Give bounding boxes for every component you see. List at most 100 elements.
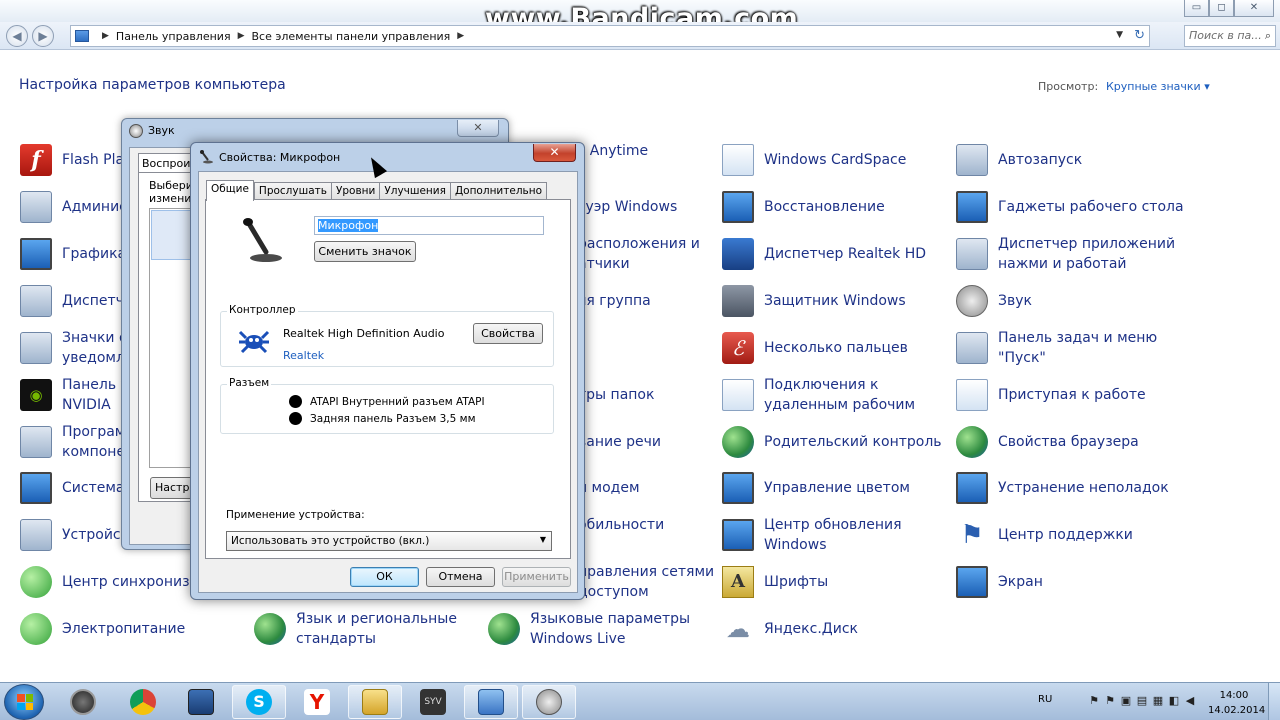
tab-general[interactable]: Общие bbox=[206, 180, 254, 201]
language-indicator[interactable]: RU bbox=[1038, 694, 1052, 705]
cp-item-apps-manager[interactable]: Диспетчер приложений нажми и работай bbox=[956, 234, 1175, 274]
address-bar[interactable]: ▶ Панель управления ▶ Все элементы панел… bbox=[70, 25, 1150, 47]
dialog-close-button[interactable]: ✕ bbox=[533, 144, 576, 162]
cp-item-fonts[interactable]: A Шрифты bbox=[722, 562, 828, 602]
cp-item-taskbar[interactable]: Панель задач и меню "Пуск" bbox=[956, 328, 1157, 368]
cp-item-location-sensors[interactable]: расположения и атчики bbox=[578, 234, 700, 274]
show-desktop-button[interactable] bbox=[1268, 683, 1280, 720]
cp-item-display[interactable]: Экран bbox=[956, 562, 1043, 602]
cp-item-graphics[interactable]: Графика bbox=[20, 234, 126, 274]
back-button[interactable]: ◀ bbox=[6, 25, 28, 47]
cp-item-nvidia[interactable]: ◉ Панель у NVIDIA bbox=[20, 375, 129, 415]
cp-item-action-center[interactable]: ⚑ Центр поддержки bbox=[956, 515, 1133, 555]
tab-advanced[interactable]: Дополнительно bbox=[449, 182, 548, 200]
taskbar-app-3[interactable] bbox=[174, 685, 228, 719]
tray-clock[interactable]: 14:00 14.02.2014 bbox=[1208, 688, 1265, 718]
apply-button[interactable]: Применить bbox=[502, 567, 571, 587]
controller-properties-button[interactable]: Свойства bbox=[473, 323, 543, 344]
cp-item-browser[interactable]: Свойства браузера bbox=[956, 422, 1139, 462]
chrome-icon bbox=[130, 689, 156, 715]
cp-item-color[interactable]: Управление цветом bbox=[722, 468, 910, 508]
cp-item-notification-icons[interactable]: Значки о уведомл bbox=[20, 328, 128, 368]
cp-item-admin-tools[interactable]: Админис bbox=[20, 187, 127, 227]
cp-item-mobility[interactable]: обильности s bbox=[578, 515, 664, 555]
cp-item-folder-options[interactable]: тры папок bbox=[578, 375, 654, 415]
cp-item-anytime[interactable]: s Anytime bbox=[578, 131, 648, 171]
volume-icon[interactable]: ◀ bbox=[1184, 695, 1196, 707]
cp-item-programs[interactable]: Програм компоне bbox=[20, 422, 125, 462]
graphics-icon bbox=[20, 238, 52, 270]
display-icon bbox=[956, 566, 988, 598]
breadcrumb-control-panel[interactable]: Панель управления bbox=[116, 30, 231, 43]
cp-item-phone-modem[interactable]: и модем bbox=[578, 468, 640, 508]
maximize-button[interactable]: ◻ bbox=[1209, 0, 1234, 17]
address-dropdown-icon[interactable]: ▼ bbox=[1116, 30, 1123, 40]
taskbar-chrome[interactable] bbox=[116, 685, 170, 719]
search-input[interactable]: Поиск в па... ⌕ bbox=[1184, 25, 1276, 47]
ok-button[interactable]: ОК bbox=[350, 567, 419, 587]
tray-app-icon[interactable]: ◧ bbox=[1168, 695, 1180, 707]
cp-item-network-center[interactable]: правления сетями доступом bbox=[578, 562, 714, 602]
cp-item-sound[interactable]: Звук bbox=[956, 281, 1032, 321]
cp-item-update[interactable]: Центр обновления Windows bbox=[722, 515, 902, 555]
breadcrumb-separator-icon[interactable]: ▶ bbox=[102, 31, 109, 41]
breadcrumb-separator-icon[interactable]: ▶ bbox=[457, 31, 464, 41]
sound-dialog-close-button[interactable]: ✕ bbox=[457, 120, 499, 137]
cp-item-region[interactable]: Язык и региональные стандарты bbox=[254, 609, 457, 649]
taskbar-syv[interactable]: SYV bbox=[406, 685, 460, 719]
controller-group-label: Контроллер bbox=[227, 304, 298, 316]
breadcrumb-separator-icon[interactable]: ▶ bbox=[238, 31, 245, 41]
network-icon[interactable]: ▦ bbox=[1152, 695, 1164, 707]
taskbar-sound[interactable] bbox=[522, 685, 576, 719]
cp-item-label: Диспетчер Realtek HD bbox=[764, 246, 927, 262]
tray-app-icon[interactable]: ▣ bbox=[1120, 695, 1132, 707]
breadcrumb-all-items[interactable]: Все элементы панели управления bbox=[252, 30, 451, 43]
cp-item-autoplay[interactable]: Автозапуск bbox=[956, 140, 1082, 180]
cp-item-fingers[interactable]: ℰ Несколько пальцев bbox=[722, 328, 908, 368]
cp-item-power[interactable]: Электропитание bbox=[20, 609, 185, 649]
device-name-input[interactable]: Микрофон bbox=[314, 216, 544, 235]
minimize-button[interactable]: ▭ bbox=[1184, 0, 1209, 17]
cp-item-defender[interactable]: Защитник Windows bbox=[722, 281, 906, 321]
cp-item-getting-started[interactable]: Приступая к работе bbox=[956, 375, 1146, 415]
flag-icon[interactable]: ⚑ bbox=[1088, 695, 1100, 707]
refresh-icon[interactable]: ↻ bbox=[1134, 28, 1145, 43]
cp-item-device-manager[interactable]: Диспетче bbox=[20, 281, 133, 321]
taskbar-skype[interactable]: S bbox=[232, 685, 286, 719]
cp-item-homegroup[interactable]: яя группа bbox=[578, 281, 651, 321]
taskbar-yandex[interactable]: Y bbox=[290, 685, 344, 719]
tab-listen[interactable]: Прослушать bbox=[253, 182, 331, 200]
cp-item-yandex-disk[interactable]: ☁ Яндекс.Диск bbox=[722, 609, 858, 649]
cancel-button[interactable]: Отмена bbox=[426, 567, 495, 587]
cp-item-recovery[interactable]: Восстановление bbox=[722, 187, 885, 227]
start-button[interactable] bbox=[4, 684, 44, 720]
cp-item-troubleshoot[interactable]: Устранение неполадок bbox=[956, 468, 1169, 508]
cp-item-windows-viewer[interactable]: зуэр Windows bbox=[578, 187, 677, 227]
close-button[interactable]: ✕ bbox=[1234, 0, 1274, 17]
cp-item-remote[interactable]: Подключения к удаленным рабочим bbox=[722, 375, 915, 415]
taskbar: S Y SYV RU ⚑ ⚑ ▣ ▤ ▦ ◧ ◀ 14:00 14.02.201… bbox=[0, 682, 1280, 720]
tab-levels[interactable]: Уровни bbox=[330, 182, 380, 200]
cp-item-live-language[interactable]: Языковые параметры Windows Live bbox=[488, 609, 690, 649]
tray-app-icon[interactable]: ▤ bbox=[1136, 695, 1148, 707]
change-icon-button[interactable]: Сменить значок bbox=[314, 241, 416, 262]
cp-item-speech[interactable]: вание речи bbox=[578, 422, 661, 462]
cp-item-parental[interactable]: Родительский контроль bbox=[722, 422, 942, 462]
tab-enhancements[interactable]: Улучшения bbox=[379, 182, 450, 200]
cp-item-gadgets[interactable]: Гаджеты рабочего стола bbox=[956, 187, 1184, 227]
cp-item-devices[interactable]: Устройст bbox=[20, 515, 129, 555]
view-mode-dropdown[interactable]: Крупные значки ▾ bbox=[1106, 80, 1210, 93]
flag-icon[interactable]: ⚑ bbox=[1104, 695, 1116, 707]
taskbar-explorer[interactable] bbox=[348, 685, 402, 719]
device-usage-select[interactable]: Использовать это устройство (вкл.) ▼ bbox=[226, 531, 552, 551]
monitor-icon bbox=[188, 689, 214, 715]
cp-item-label: Автозапуск bbox=[998, 152, 1083, 168]
cp-item-label: Устранение неполадок bbox=[998, 480, 1169, 496]
cp-item-realtek[interactable]: Диспетчер Realtek HD bbox=[722, 234, 926, 274]
cp-item-system[interactable]: Система bbox=[20, 468, 124, 508]
sound-dialog-title: Звук bbox=[148, 124, 175, 137]
taskbar-control-panel[interactable] bbox=[464, 685, 518, 719]
forward-button[interactable]: ▶ bbox=[32, 25, 54, 47]
cp-item-cardspace[interactable]: Windows CardSpace bbox=[722, 140, 906, 180]
taskbar-app-1[interactable] bbox=[56, 685, 110, 719]
